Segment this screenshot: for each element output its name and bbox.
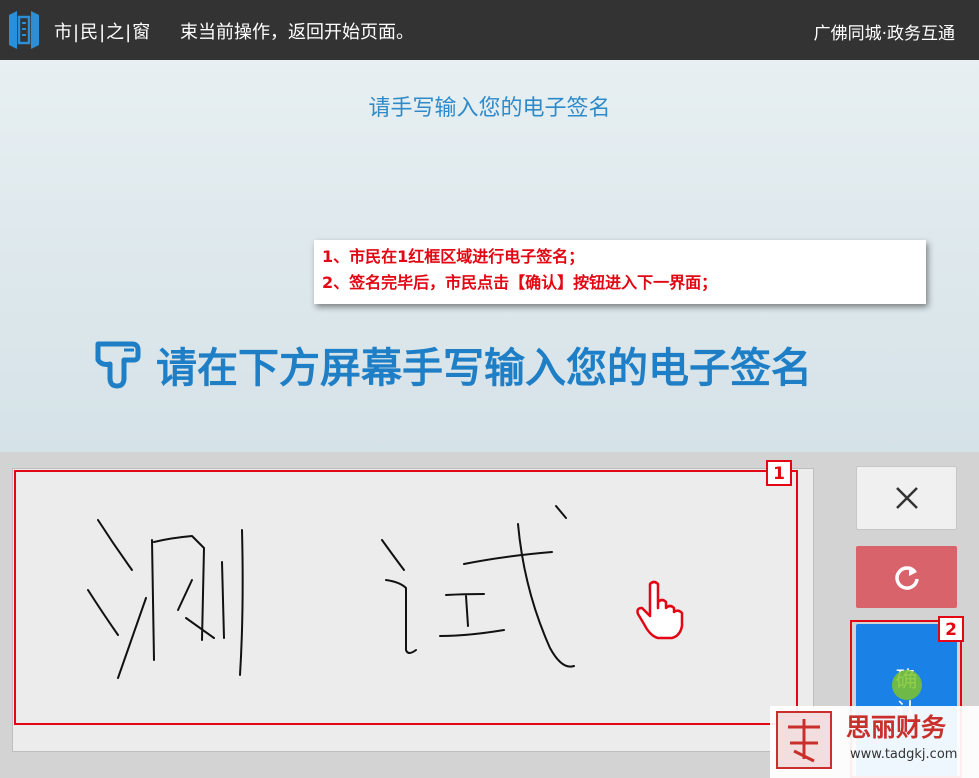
signature-heading: 请在下方屏幕手写输入您的电子签名 — [156, 344, 812, 392]
watermark-url: www.tadgkj.com — [850, 747, 958, 762]
watermark: 思丽财务 www.tadgkj.com — [770, 706, 979, 778]
page-subtitle: 请手写输入您的电子签名 — [368, 96, 611, 121]
annotation-note: 1、市民在1红框区域进行电子签名； 2、签名完毕后，市民点击【确认】按钮进入下一… — [314, 240, 926, 304]
watermark-seal-icon — [776, 711, 832, 769]
signature-prompt: 请在下方屏幕手写输入您的电子签名 — [92, 334, 812, 394]
annotation-line-2: 2、签名完毕后，市民点击【确认】按钮进入下一界面； — [322, 273, 718, 292]
annotation-badge-1: 1 — [766, 460, 792, 486]
scrolling-notice: 束当前操作，返回开始页面。 — [180, 22, 414, 43]
close-icon — [895, 487, 918, 509]
annotation-badge-2: 2 — [938, 616, 964, 642]
annotation-line-1: 1、市民在1红框区域进行电子签名； — [322, 247, 585, 266]
watermark-name: 思丽财务 — [846, 713, 947, 742]
app-title: 市|民|之|窗 — [54, 22, 152, 43]
refresh-icon — [894, 566, 919, 590]
hand-pointing-down-icon — [95, 341, 141, 389]
redo-button[interactable] — [856, 546, 957, 608]
clear-button[interactable] — [856, 466, 957, 530]
window-logo-icon — [9, 11, 39, 49]
hand-cursor-icon — [636, 580, 684, 640]
brand-text: 广佛同城·政务互通 — [813, 24, 955, 44]
top-bar: 市|民|之|窗 束当前操作，返回开始页面。 广佛同城·政务互通 — [0, 0, 979, 60]
